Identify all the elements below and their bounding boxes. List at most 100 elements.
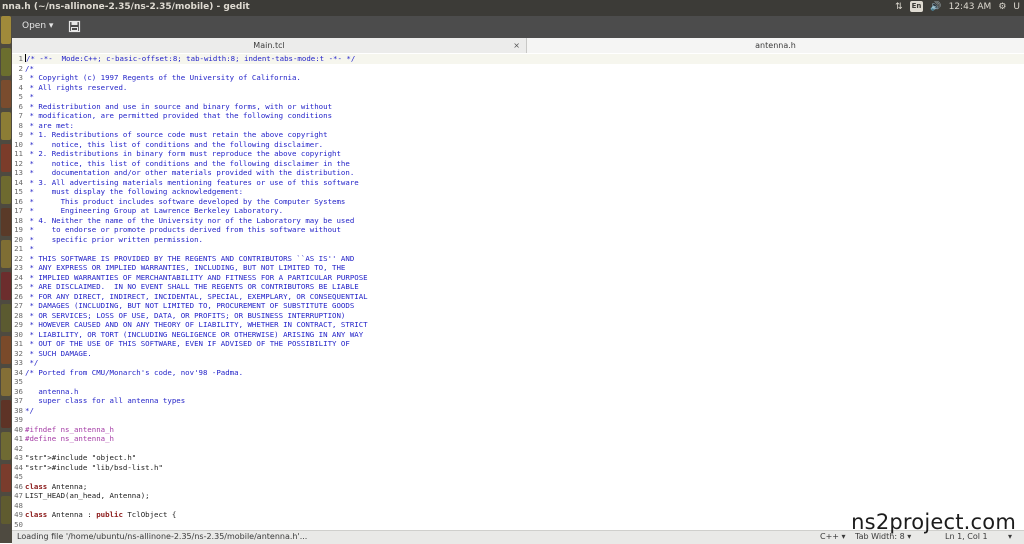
code-text: * specific prior written permission. [25,234,203,244]
status-message: Loading file '/home/ubuntu/ns-allinone-2… [17,532,308,541]
launcher-app-icon[interactable] [1,240,11,268]
code-text: * Redistribution and use in source and b… [25,101,333,111]
line-number: 44 [14,462,23,472]
speaker-icon[interactable]: 🔊 [930,2,941,12]
code-line: 31 * OUT OF THE USE OF THIS SOFTWARE, EV… [12,339,1024,349]
header-bar: Open ▾ [12,16,1024,38]
code-text: "str">#include "object.h" [25,453,137,462]
launcher-app-icon[interactable] [1,112,11,140]
code-line: 48 [12,501,1024,511]
line-number: 24 [14,272,23,282]
launcher-app-icon[interactable] [1,176,11,204]
code-line: 35 [12,377,1024,387]
launcher-app-icon[interactable] [1,80,11,108]
tab-main-tcl[interactable]: Main.tcl × [12,38,527,53]
line-number: 15 [14,187,23,196]
launcher-app-icon[interactable] [1,48,11,76]
code-line: 15 * must display the following acknowle… [12,187,1024,197]
line-number: 47 [14,491,23,500]
line-number: 35 [14,377,23,386]
user-menu[interactable]: U [1013,2,1020,12]
code-line: 6 * Redistribution and use in source and… [12,102,1024,112]
code-text: * THIS SOFTWARE IS PROVIDED BY THE REGEN… [25,253,355,263]
launcher-app-icon[interactable] [1,208,11,236]
code-text: * HOWEVER CAUSED AND ON ANY THEORY OF LI… [25,320,368,329]
line-number: 43 [14,453,23,462]
code-text: * ARE DISCLAIMED. IN NO EVENT SHALL THE … [25,282,359,291]
keyboard-layout-indicator[interactable]: En [909,1,924,12]
system-tray: ⇅ En 🔊 12:43 AM ⚙ U [895,1,1020,12]
code-line: 44 "str">#include "lib/bsd-list.h" [12,463,1024,473]
code-text: * 4. Neither the name of the University … [25,215,355,225]
code-text: * are met: [25,120,74,130]
line-number: 17 [14,206,23,215]
code-line: 27 * DAMAGES (INCLUDING, BUT NOT LIMITED… [12,301,1024,311]
launcher-app-icon[interactable] [1,432,11,460]
tab-antenna-h[interactable]: antenna.h [527,38,1024,53]
code-text: * IMPLIED WARRANTIES OF MERCHANTABILITY … [25,272,368,282]
code-line: 38 */ [12,406,1024,416]
line-number: 23 [14,263,23,272]
language-selector[interactable]: C++ ▾ [820,532,846,541]
line-number: 6 [18,101,23,111]
code-text: * modification, are permitted provided t… [25,111,333,120]
code-line: 46 class Antenna; [12,482,1024,492]
network-icon[interactable]: ⇅ [895,2,903,12]
line-number: 27 [14,301,23,310]
code-line: 20 * specific prior written permission. [12,235,1024,245]
code-text: #define ns_antenna_h [25,434,114,443]
line-number: 11 [14,149,23,158]
line-number: 38 [14,405,23,415]
line-number: 9 [18,130,23,139]
open-button[interactable]: Open ▾ [18,19,57,34]
document-tabs: Main.tcl × antenna.h [12,38,1024,54]
launcher-app-icon[interactable] [1,400,11,428]
launcher-app-icon[interactable] [1,272,11,300]
launcher-app-icon[interactable] [1,304,11,332]
tab-label: Main.tcl [253,41,285,50]
code-line: 36 antenna.h [12,387,1024,397]
code-text: * OR SERVICES; LOSS OF USE, DATA, OR PRO… [25,310,346,320]
launcher-app-icon[interactable] [1,16,11,44]
clock[interactable]: 12:43 AM [949,2,992,12]
code-line: 25 * ARE DISCLAIMED. IN NO EVENT SHALL T… [12,282,1024,292]
code-text: * to endorse or promote products derived… [25,225,341,234]
launcher-app-icon[interactable] [1,144,11,172]
launcher-app-icon[interactable] [1,464,11,492]
line-number: 16 [14,196,23,206]
code-line: 5 * [12,92,1024,102]
launcher-app-icon[interactable] [1,496,11,524]
line-number: 33 [14,358,23,367]
code-text: antenna.h [25,386,79,396]
line-number: 2 [18,63,23,73]
code-text: * LIABILITY, OR TORT (INCLUDING NEGLIGEN… [25,329,364,339]
chevron-down-icon: ▾ [48,21,54,31]
code-line: 3 * Copyright (c) 1997 Regents of the Un… [12,73,1024,83]
save-icon[interactable] [68,20,81,33]
code-line: 45 [12,472,1024,482]
line-number: 30 [14,329,23,339]
settings-gear-icon[interactable]: ⚙ [998,2,1006,12]
code-line: 14 * 3. All advertising materials mentio… [12,178,1024,188]
code-text: class Antenna : public TclObject { [25,510,177,519]
code-line: 40 #ifndef ns_antenna_h [12,425,1024,435]
launcher-app-icon[interactable] [1,368,11,396]
code-line: 32 * SUCH DAMAGE. [12,349,1024,359]
code-line: 47 LIST_HEAD(an_head, Antenna); [12,491,1024,501]
code-text: * notice, this list of conditions and th… [25,158,350,168]
code-line: 29 * HOWEVER CAUSED AND ON ANY THEORY OF… [12,320,1024,330]
line-number: 32 [14,348,23,358]
code-text: * This product includes software develop… [25,196,346,206]
code-line: 1/* -*- Mode:C++; c-basic-offset:8; tab-… [12,54,1024,64]
code-line: 10 * notice, this list of conditions and… [12,140,1024,150]
code-line: 43 "str">#include "object.h" [12,453,1024,463]
open-button-label: Open [22,21,47,31]
code-text: /* [25,63,34,73]
launcher-app-icon[interactable] [1,336,11,364]
code-text: * DAMAGES (INCLUDING, BUT NOT LIMITED TO… [25,301,355,310]
line-number: 37 [14,396,23,405]
text-editor[interactable]: 1/* -*- Mode:C++; c-basic-offset:8; tab-… [12,53,1024,530]
close-icon[interactable]: × [513,38,520,53]
line-number: 20 [14,234,23,244]
code-line: 19 * to endorse or promote products deri… [12,225,1024,235]
